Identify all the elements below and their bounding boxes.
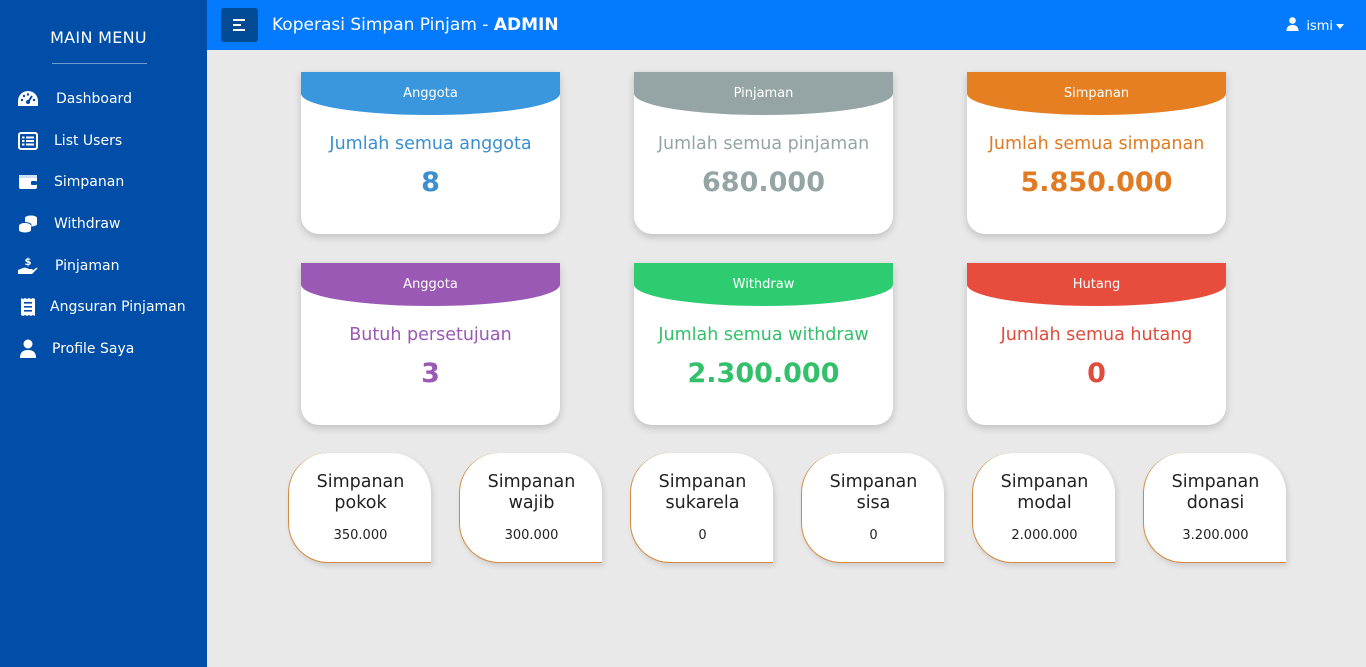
stat-card-simpanan: Simpanan Jumlah semua simpanan 5.850.000 <box>967 72 1226 234</box>
topbar: Koperasi Simpan Pinjam - ADMIN ismi <box>207 0 1366 50</box>
tile-title-line1: Simpanan <box>487 472 576 492</box>
tile-title: Simpanan donasi <box>1144 472 1287 514</box>
username: ismi <box>1306 18 1333 34</box>
tile-simpanan-sukarela: Simpanan sukarela 0 <box>630 453 773 563</box>
card-value: 0 <box>1087 358 1106 389</box>
stat-card-withdraw: Withdraw Jumlah semua withdraw 2.300.000 <box>634 263 893 425</box>
tile-simpanan-donasi: Simpanan donasi 3.200.000 <box>1143 453 1286 563</box>
sidebar-divider <box>52 63 147 64</box>
tile-title-line1: Simpanan <box>1000 472 1089 492</box>
tile-title-line1: Simpanan <box>316 472 405 492</box>
tile-value: 0 <box>869 528 878 543</box>
card-description: Jumlah semua hutang <box>1000 325 1193 345</box>
tile-title-line2: modal <box>1017 493 1072 513</box>
tile-title-line1: Simpanan <box>658 472 747 492</box>
tile-value: 2.000.000 <box>1011 528 1078 543</box>
card-header: Hutang <box>967 263 1226 306</box>
caret-down-icon <box>1336 24 1344 29</box>
user-icon <box>1286 17 1299 35</box>
stat-card-hutang: Hutang Jumlah semua hutang 0 <box>967 263 1226 425</box>
tile-title-line2: wajib <box>508 493 555 513</box>
tile-simpanan-sisa: Simpanan sisa 0 <box>801 453 944 563</box>
tachometer-icon <box>16 87 40 111</box>
sidebar-toggle-button[interactable] <box>221 8 258 42</box>
sidebar-item-label: Simpanan <box>54 174 125 190</box>
tile-title: Simpanan wajib <box>460 472 603 514</box>
card-value: 3 <box>421 358 440 389</box>
tile-title-line2: sukarela <box>665 493 740 513</box>
stat-card-anggota-approval: Anggota Butuh persetujuan 3 <box>301 263 560 425</box>
sidebar: MAIN MENU Dashboard List Users Simpanan … <box>0 0 207 667</box>
wallet-icon <box>16 170 40 194</box>
tile-title: Simpanan sisa <box>802 472 945 514</box>
card-value: 2.300.000 <box>687 358 840 389</box>
sidebar-item-profile-saya[interactable]: Profile Saya <box>0 332 207 366</box>
tile-title-line1: Simpanan <box>1171 472 1260 492</box>
card-description: Butuh persetujuan <box>349 325 512 345</box>
sidebar-title: MAIN MENU <box>50 28 147 47</box>
hand-holding-dollar-icon: $ <box>16 254 40 278</box>
tile-value: 0 <box>698 528 707 543</box>
sidebar-item-angsuran-pinjaman[interactable]: Angsuran Pinjaman <box>0 290 207 324</box>
tile-title: Simpanan modal <box>973 472 1116 514</box>
sidebar-item-label: Angsuran Pinjaman <box>50 299 186 315</box>
sidebar-item-label: Pinjaman <box>55 258 120 274</box>
tile-value: 350.000 <box>333 528 388 543</box>
svg-text:$: $ <box>25 257 32 268</box>
tile-simpanan-wajib: Simpanan wajib 300.000 <box>459 453 602 563</box>
user-icon <box>16 337 40 361</box>
app-title-role: ADMIN <box>493 15 559 35</box>
card-header: Anggota <box>301 263 560 306</box>
sidebar-item-label: List Users <box>54 133 123 149</box>
sidebar-item-label: Profile Saya <box>52 341 135 357</box>
coins-icon <box>16 212 40 236</box>
tile-simpanan-pokok: Simpanan pokok 350.000 <box>288 453 431 563</box>
card-header: Pinjaman <box>634 72 893 115</box>
menu-align-icon <box>232 16 247 35</box>
tile-title-line2: pokok <box>334 493 387 513</box>
sidebar-item-label: Withdraw <box>54 216 121 232</box>
card-value: 8 <box>421 167 440 198</box>
user-dropdown[interactable]: ismi <box>1286 17 1344 35</box>
sidebar-item-simpanan[interactable]: Simpanan <box>0 165 207 199</box>
sidebar-item-list-users[interactable]: List Users <box>0 124 207 158</box>
tile-title-line2: donasi <box>1186 493 1245 513</box>
tile-title: Simpanan pokok <box>289 472 432 514</box>
stat-card-pinjaman: Pinjaman Jumlah semua pinjaman 680.000 <box>634 72 893 234</box>
list-icon <box>16 129 40 153</box>
card-header: Withdraw <box>634 263 893 306</box>
card-description: Jumlah semua simpanan <box>988 134 1205 154</box>
sidebar-item-pinjaman[interactable]: $ Pinjaman <box>0 249 207 283</box>
card-header: Anggota <box>301 72 560 115</box>
app-title-text: Koperasi Simpan Pinjam - <box>272 15 494 35</box>
tile-value: 300.000 <box>504 528 559 543</box>
card-description: Jumlah semua anggota <box>329 134 532 154</box>
sidebar-item-dashboard[interactable]: Dashboard <box>0 82 207 116</box>
tile-value: 3.200.000 <box>1182 528 1249 543</box>
stat-card-anggota: Anggota Jumlah semua anggota 8 <box>301 72 560 234</box>
card-description: Jumlah semua withdraw <box>658 325 869 345</box>
tile-title-line1: Simpanan <box>829 472 918 492</box>
sidebar-item-label: Dashboard <box>56 91 132 107</box>
card-value: 5.850.000 <box>1020 167 1173 198</box>
app-title: Koperasi Simpan Pinjam - ADMIN <box>272 15 559 35</box>
receipt-icon <box>16 295 40 319</box>
card-header: Simpanan <box>967 72 1226 115</box>
tile-title: Simpanan sukarela <box>631 472 774 514</box>
tile-simpanan-modal: Simpanan modal 2.000.000 <box>972 453 1115 563</box>
card-description: Jumlah semua pinjaman <box>657 134 870 154</box>
card-value: 680.000 <box>702 167 825 198</box>
sidebar-item-withdraw[interactable]: Withdraw <box>0 207 207 241</box>
tile-title-line2: sisa <box>856 493 891 513</box>
